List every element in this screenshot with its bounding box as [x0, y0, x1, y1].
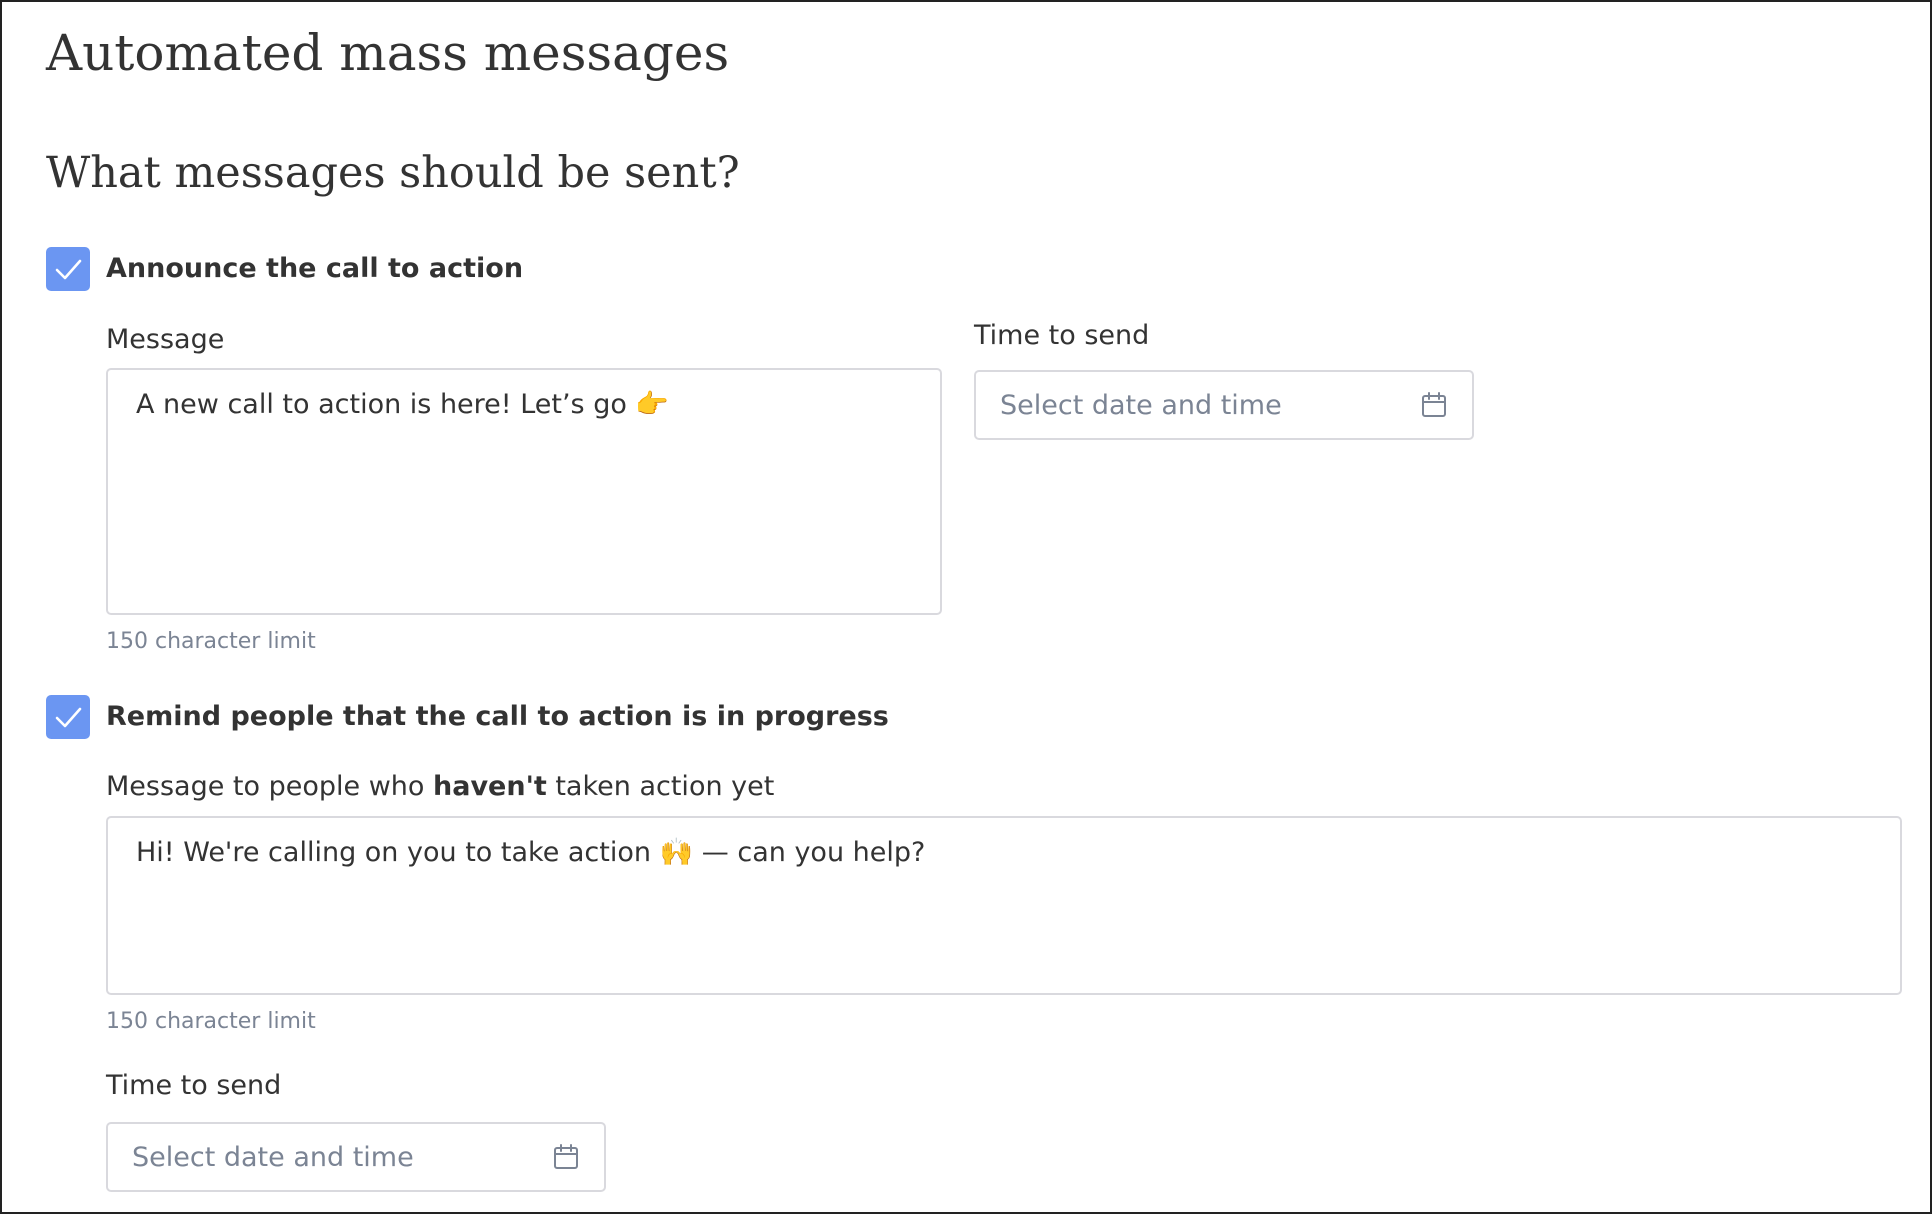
- announce-message-label: Message: [106, 324, 225, 355]
- announce-time-picker[interactable]: Select date and time: [974, 370, 1474, 440]
- announce-time-label: Time to send: [974, 320, 1150, 351]
- page-frame: Automated mass messages What messages sh…: [0, 0, 1932, 1214]
- remind-message-input[interactable]: Hi! We're calling on you to take action …: [106, 816, 1902, 995]
- remind-time-label: Time to send: [106, 1070, 282, 1101]
- remind-character-limit: 150 character limit: [106, 1009, 316, 1034]
- page-title: Automated mass messages: [46, 24, 730, 82]
- announce-checkbox-label[interactable]: Announce the call to action: [106, 253, 523, 284]
- announce-message-input[interactable]: A new call to action is here! Let’s go 👉: [106, 368, 942, 615]
- announce-checkbox[interactable]: [46, 247, 90, 291]
- announce-time-placeholder: Select date and time: [1000, 390, 1282, 421]
- section-title: What messages should be sent?: [46, 148, 740, 198]
- remind-message-label-suffix: taken action yet: [546, 771, 775, 802]
- remind-time-picker[interactable]: Select date and time: [106, 1122, 606, 1192]
- remind-checkbox[interactable]: [46, 695, 90, 739]
- announce-character-limit: 150 character limit: [106, 629, 316, 654]
- remind-message-label-emphasis: haven't: [433, 771, 547, 802]
- check-icon: [55, 259, 82, 280]
- remind-checkbox-label[interactable]: Remind people that the call to action is…: [106, 701, 889, 732]
- calendar-icon: [1422, 392, 1446, 417]
- remind-message-label-prefix: Message to people who: [106, 771, 434, 802]
- calendar-icon: [554, 1144, 578, 1169]
- check-icon: [55, 707, 82, 728]
- remind-time-placeholder: Select date and time: [132, 1142, 414, 1173]
- remind-message-label: Message to people who haven't taken acti…: [106, 771, 774, 802]
